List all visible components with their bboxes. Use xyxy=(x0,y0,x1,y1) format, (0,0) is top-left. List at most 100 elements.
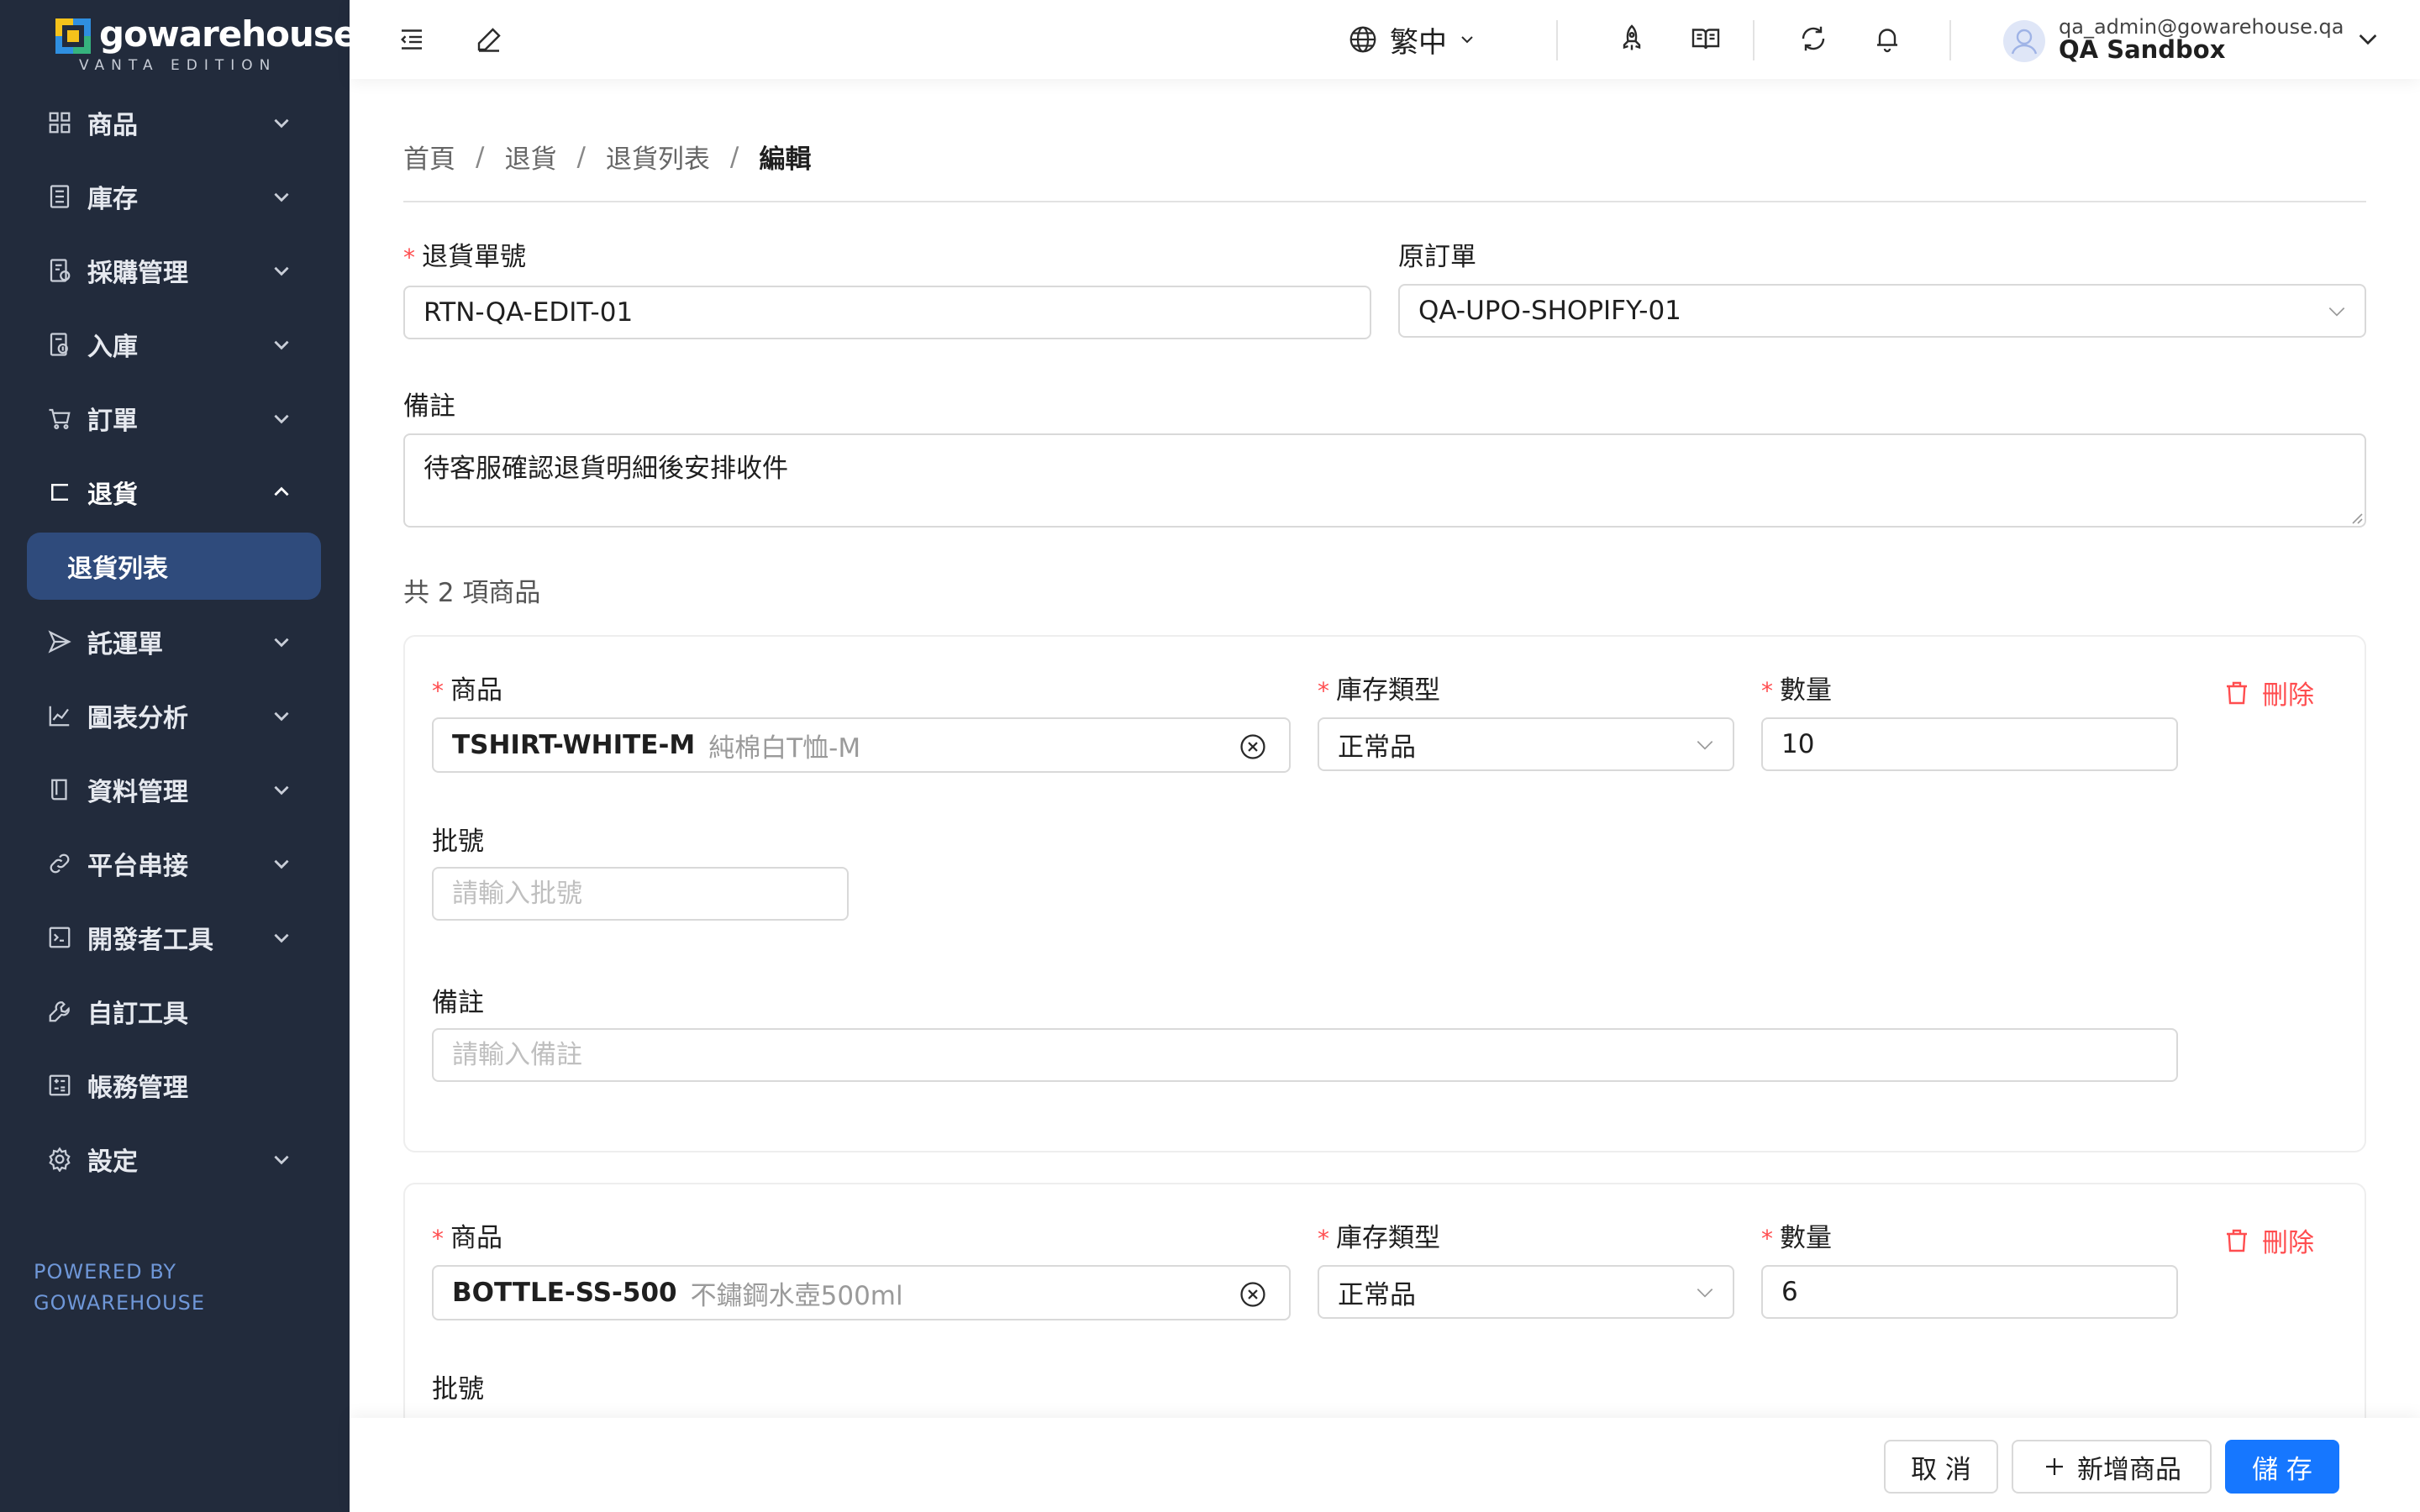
chevron-down-icon xyxy=(1694,734,1716,756)
book-icon xyxy=(47,777,72,802)
stock-type-value: 正常品 xyxy=(1338,1279,1416,1310)
cancel-button[interactable]: 取 消 xyxy=(1884,1440,1998,1494)
sidebar-item-label: 入庫 xyxy=(87,333,138,362)
quantity-input[interactable] xyxy=(1761,1265,2178,1319)
sidebar-item-analytics[interactable]: 圖表分析 xyxy=(0,679,350,753)
resize-handle-icon[interactable] xyxy=(2349,511,2363,524)
stock-type-label-text: 庫存類型 xyxy=(1336,675,1440,706)
chevron-down-icon xyxy=(1457,29,1477,50)
top-header: 繁中 qa_admin@gowarehouse.qa QA Sandbox xyxy=(350,0,2420,79)
delete-item-button[interactable]: 刪除 xyxy=(2223,1221,2314,1259)
breadcrumb-returns[interactable]: 退貨 xyxy=(504,138,556,176)
sidebar-item-settings[interactable]: 設定 xyxy=(0,1122,350,1196)
sidebar-item-billing[interactable]: 帳務管理 xyxy=(0,1048,350,1122)
powered-by: POWERED BY GOWAREHOUSE xyxy=(34,1257,205,1319)
inventory-icon xyxy=(47,184,72,209)
sidebar-item-products[interactable]: 商品 xyxy=(0,86,350,160)
original-order-select[interactable]: QA-UPO-SHOPIFY-01 xyxy=(1398,284,2366,338)
breadcrumb-separator: / xyxy=(576,141,586,172)
sidebar-item-returns[interactable]: 退貨 xyxy=(0,455,350,529)
refresh-icon[interactable] xyxy=(1798,24,1828,54)
user-org: QA Sandbox xyxy=(2059,35,2226,64)
chevron-down-icon xyxy=(271,333,292,355)
sidebar: gowarehouse VANTA EDITION 商品 庫存 採購管理 入庫 … xyxy=(0,0,357,1512)
inbound-icon xyxy=(47,332,72,357)
stock-type-value: 正常品 xyxy=(1338,732,1416,763)
product-label: * 商品 xyxy=(432,1216,502,1254)
brand-edition: VANTA EDITION xyxy=(79,57,277,74)
globe-icon xyxy=(1348,24,1378,55)
product-select[interactable]: BOTTLE-SS-500 不鏽鋼水壺500ml xyxy=(432,1265,1291,1320)
terminal-icon xyxy=(47,925,72,950)
chevron-down-icon xyxy=(271,260,292,281)
sidebar-item-label: 圖表分析 xyxy=(87,704,188,733)
sidebar-subitem-return-list[interactable]: 退貨列表 xyxy=(27,533,321,600)
chevron-down-icon xyxy=(2354,25,2381,52)
product-label-text: 商品 xyxy=(450,675,502,706)
sidebar-item-developer-tools[interactable]: 開發者工具 xyxy=(0,900,350,974)
sidebar-item-inbound[interactable]: 入庫 xyxy=(0,307,350,381)
stock-type-select[interactable]: 正常品 xyxy=(1318,717,1734,771)
chevron-up-icon xyxy=(271,481,292,503)
return-no-input[interactable] xyxy=(403,286,1371,339)
header-divider xyxy=(1556,20,1558,60)
sidebar-item-data[interactable]: 資料管理 xyxy=(0,753,350,827)
add-product-button[interactable]: 新增商品 xyxy=(2012,1440,2212,1494)
chevron-down-icon xyxy=(271,927,292,948)
edit-pen-icon[interactable] xyxy=(474,24,504,55)
rocket-icon[interactable] xyxy=(1617,24,1647,54)
required-mark: * xyxy=(1761,677,1773,705)
batch-input[interactable] xyxy=(432,867,849,921)
chevron-down-icon xyxy=(271,112,292,134)
sidebar-item-shipments[interactable]: 託運單 xyxy=(0,605,350,679)
open-book-icon[interactable] xyxy=(1691,24,1721,54)
sidebar-item-inventory[interactable]: 庫存 xyxy=(0,160,350,234)
clear-circle-icon[interactable] xyxy=(1239,732,1267,761)
sidebar-item-label: 設定 xyxy=(87,1147,138,1177)
sidebar-item-label: 平台串接 xyxy=(87,852,188,881)
product-select[interactable]: TSHIRT-WHITE-M 純棉白T恤-M xyxy=(432,717,1291,773)
trash-icon xyxy=(2223,1227,2250,1254)
note-textarea[interactable]: 待客服確認退貨明細後安排收件 xyxy=(403,433,2366,528)
sidebar-item-custom-tools[interactable]: 自訂工具 xyxy=(0,974,350,1048)
required-mark: * xyxy=(1761,1225,1773,1252)
breadcrumb-return-list[interactable]: 退貨列表 xyxy=(606,138,710,176)
product-sku: TSHIRT-WHITE-M xyxy=(452,730,696,760)
breadcrumb-home[interactable]: 首頁 xyxy=(403,138,455,176)
language-selector[interactable]: 繁中 xyxy=(1348,18,1477,60)
brand-logo[interactable]: gowarehouse VANTA EDITION xyxy=(55,13,357,74)
language-label: 繁中 xyxy=(1390,25,1447,60)
sidebar-item-label: 資料管理 xyxy=(87,778,188,807)
brand-name: gowarehouse xyxy=(99,13,357,55)
form-footer: 取 消 新增商品 儲 存 xyxy=(350,1418,2420,1512)
stock-type-select[interactable]: 正常品 xyxy=(1318,1265,1734,1319)
sidebar-item-orders[interactable]: 訂單 xyxy=(0,381,350,455)
cart-icon xyxy=(47,406,72,431)
grid-icon xyxy=(47,110,72,135)
trash-icon xyxy=(2223,680,2250,706)
delete-item-button[interactable]: 刪除 xyxy=(2223,674,2314,711)
required-mark: * xyxy=(432,677,444,705)
required-mark: * xyxy=(1318,677,1329,705)
collapse-menu-icon[interactable] xyxy=(397,24,427,55)
item-note-input[interactable] xyxy=(432,1028,2178,1082)
sidebar-item-purchase[interactable]: 採購管理 xyxy=(0,234,350,307)
required-mark: * xyxy=(1318,1225,1329,1252)
item-card: * 商品 TSHIRT-WHITE-M 純棉白T恤-M * 庫存類型 正常品 * 數量… xyxy=(403,635,2366,1152)
required-mark: * xyxy=(432,1225,444,1252)
logo-mark-icon xyxy=(55,18,91,54)
product-name: 不鏽鋼水壺500ml xyxy=(690,1280,903,1311)
chevron-down-icon xyxy=(271,186,292,207)
quantity-label-text: 數量 xyxy=(1780,675,1832,706)
breadcrumb-current: 編輯 xyxy=(759,144,812,175)
send-icon xyxy=(47,629,72,654)
avatar xyxy=(2003,20,2045,62)
powered-by-line2: GOWAREHOUSE xyxy=(34,1291,206,1315)
clear-circle-icon[interactable] xyxy=(1239,1280,1267,1309)
sidebar-item-integrations[interactable]: 平台串接 xyxy=(0,827,350,900)
quantity-input[interactable] xyxy=(1761,717,2178,771)
save-button[interactable]: 儲 存 xyxy=(2225,1440,2339,1494)
powered-by-line1: POWERED BY xyxy=(34,1260,177,1284)
bell-icon[interactable] xyxy=(1872,24,1902,54)
sidebar-item-label: 訂單 xyxy=(87,407,138,436)
